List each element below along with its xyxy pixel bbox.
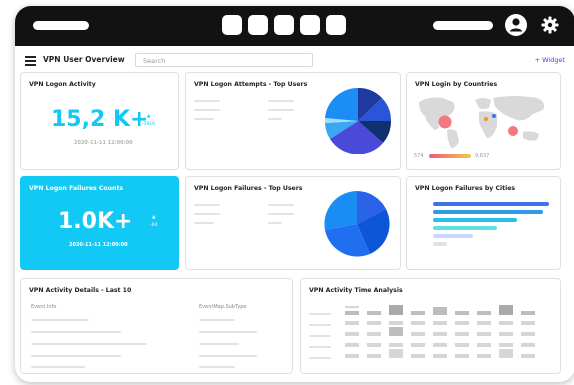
logon-activity-value: 15,2 K+ bbox=[51, 107, 149, 132]
trend-up-icon: ▲ bbox=[147, 114, 151, 119]
placeholder-line bbox=[194, 213, 220, 215]
table-row-line bbox=[199, 319, 235, 321]
placeholder-line bbox=[194, 222, 214, 224]
menu-icon[interactable] bbox=[25, 56, 36, 66]
page-title: VPN User Overview bbox=[43, 55, 125, 64]
card-failures-by-cities[interactable]: VPN Logon Failures by Cities bbox=[406, 176, 561, 270]
failures-count-value: 1.0K+ bbox=[58, 209, 133, 234]
nav-square-5[interactable] bbox=[326, 15, 346, 35]
table-row-line bbox=[31, 355, 121, 357]
card-login-by-countries[interactable]: VPN Login by Countries 574 9,837 bbox=[406, 72, 561, 170]
card-activity-details[interactable]: VPN Activity Details - Last 10 Event.Inf… bbox=[20, 278, 293, 374]
table-row-line bbox=[31, 343, 147, 345]
table-row-line bbox=[31, 319, 89, 321]
nav-square-2[interactable] bbox=[248, 15, 268, 35]
placeholder-line bbox=[268, 222, 282, 224]
card-failures-counts[interactable]: VPN Logon Failures Counts 1.0K+ ▲ -94 20… bbox=[20, 176, 179, 270]
toolbar: VPN User Overview Search + Widget bbox=[15, 50, 574, 74]
logon-activity-timestamp: 2020-11-11 12:00:00 bbox=[74, 140, 133, 146]
top-bar-pill bbox=[433, 21, 493, 30]
placeholder-line bbox=[194, 118, 214, 120]
failures-count-delta: -94 bbox=[150, 223, 158, 228]
column-header-subtype: EventMap.SubType bbox=[199, 304, 247, 310]
card-title: VPN Logon Failures Counts bbox=[29, 185, 124, 192]
placeholder-line bbox=[268, 213, 294, 215]
card-activity-time[interactable]: VPN Activity Time Analysis bbox=[300, 278, 561, 374]
trend-up-icon: ▲ bbox=[152, 215, 156, 220]
city-bar bbox=[433, 234, 473, 238]
failures-count-timestamp: 2020-11-11 12:00:00 bbox=[69, 242, 128, 248]
activity-time-heatmap bbox=[309, 305, 535, 359]
legend-gradient bbox=[429, 154, 471, 158]
legend-min: 574 bbox=[414, 153, 424, 159]
nav-square-4[interactable] bbox=[300, 15, 320, 35]
city-bar bbox=[433, 218, 517, 222]
card-title: VPN Activity Time Analysis bbox=[309, 287, 403, 294]
user-icon[interactable] bbox=[505, 14, 527, 36]
table-row-line bbox=[199, 343, 239, 345]
gear-icon[interactable] bbox=[541, 16, 559, 34]
placeholder-line bbox=[268, 100, 294, 102]
add-widget-button[interactable]: + Widget bbox=[535, 56, 565, 64]
top-users-pie-chart bbox=[325, 88, 391, 154]
column-header-event-info: Event.Info bbox=[31, 304, 57, 310]
placeholder-line bbox=[268, 118, 282, 120]
table-row-line bbox=[31, 331, 121, 333]
placeholder-line bbox=[194, 100, 220, 102]
card-title: VPN Activity Details - Last 10 bbox=[29, 287, 132, 294]
table-row-line bbox=[31, 366, 85, 368]
card-title: VPN Logon Failures by Cities bbox=[415, 185, 516, 192]
failures-pie-chart bbox=[324, 191, 390, 257]
world-map bbox=[419, 96, 545, 149]
placeholder-line bbox=[268, 204, 294, 206]
top-bar bbox=[15, 6, 574, 46]
card-title: VPN Logon Attempts - Top Users bbox=[194, 81, 308, 88]
nav-square-3[interactable] bbox=[274, 15, 294, 35]
placeholder-line bbox=[194, 109, 220, 111]
card-logon-activity[interactable]: VPN Logon Activity 15,2 K+ ▲ -5916 2020-… bbox=[20, 72, 179, 170]
search-input[interactable]: Search bbox=[135, 53, 313, 67]
nav-square-1[interactable] bbox=[222, 15, 242, 35]
city-bar bbox=[433, 210, 543, 214]
city-bar bbox=[433, 242, 447, 246]
card-title: VPN Logon Activity bbox=[29, 81, 96, 88]
logo-placeholder bbox=[33, 21, 89, 30]
dashboard-window: VPN User Overview Search + Widget VPN Lo… bbox=[15, 6, 574, 382]
card-title: VPN Login by Countries bbox=[415, 81, 498, 88]
placeholder-line bbox=[268, 109, 294, 111]
card-title: VPN Logon Failures - Top Users bbox=[194, 185, 303, 192]
card-attempts-top-users[interactable]: VPN Logon Attempts - Top Users bbox=[185, 72, 401, 170]
logon-activity-delta: -5916 bbox=[142, 122, 156, 127]
table-row-line bbox=[199, 355, 257, 357]
table-row-line bbox=[199, 331, 257, 333]
table-row-line bbox=[199, 366, 235, 368]
card-failures-top-users[interactable]: VPN Logon Failures - Top Users bbox=[185, 176, 401, 270]
legend-max: 9,837 bbox=[475, 153, 490, 159]
city-bar bbox=[433, 202, 549, 206]
placeholder-line bbox=[194, 204, 220, 206]
city-bar bbox=[433, 226, 497, 230]
